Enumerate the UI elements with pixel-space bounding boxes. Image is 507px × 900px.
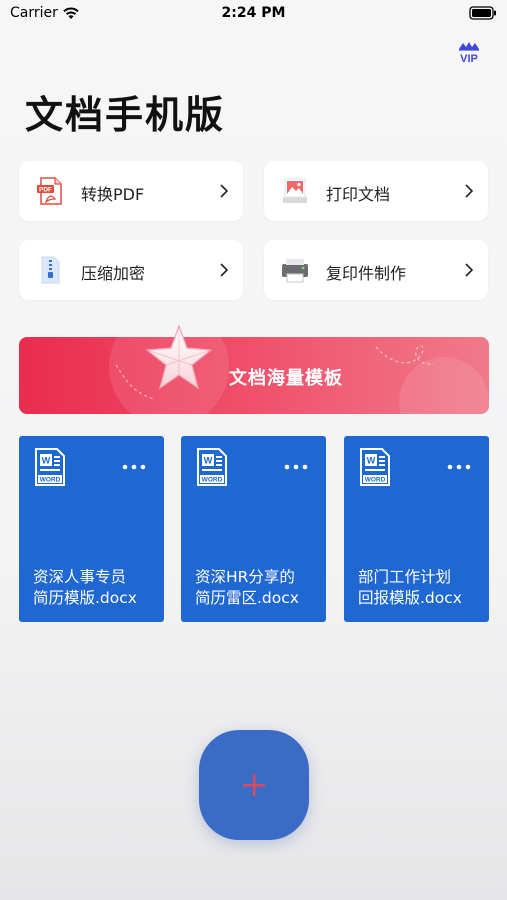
tool-label: 转换PDF [81, 185, 145, 204]
pdf-file-icon: PDF [37, 177, 62, 205]
banner-label: 文档海量模板 [229, 368, 343, 389]
star-icon [145, 324, 213, 390]
compress-encrypt-button[interactable]: 压缩加密 [19, 240, 243, 300]
copy-make-button[interactable]: 复印件制作 [264, 240, 488, 300]
word-file-icon: W WORD [197, 448, 227, 486]
chevron-right-icon [220, 184, 229, 198]
chevron-right-icon [465, 263, 474, 277]
convert-pdf-button[interactable]: PDF 转换PDF [19, 161, 243, 221]
svg-text:WORD: WORD [40, 477, 61, 484]
page-title: 文档手机版 [25, 93, 226, 137]
tool-label: 复印件制作 [326, 264, 407, 283]
status-time: 2:24 PM [221, 5, 286, 21]
document-title: 资深HR分享的 简历雷区.docx [195, 568, 299, 607]
add-document-button[interactable] [199, 730, 309, 840]
status-bar: Carrier 2:24 PM [0, 0, 507, 28]
document-card[interactable]: W WORD 部门工作计划 回报模版.docx [344, 436, 489, 622]
plus-icon [243, 774, 265, 796]
word-file-icon: W WORD [35, 448, 65, 486]
battery-icon [469, 6, 496, 20]
svg-text:VIP: VIP [460, 53, 478, 64]
print-document-button[interactable]: 打印文档 [264, 161, 488, 221]
tool-label: 压缩加密 [81, 264, 146, 283]
svg-text:W: W [42, 456, 51, 466]
banner-swirl-icon [375, 345, 435, 365]
tool-label: 打印文档 [326, 185, 391, 204]
svg-text:WORD: WORD [365, 477, 386, 484]
svg-text:W: W [204, 456, 213, 466]
svg-text:WORD: WORD [202, 477, 223, 484]
document-title: 资深人事专员 简历模版.docx [33, 568, 137, 607]
zip-file-icon [41, 256, 60, 284]
document-card[interactable]: W WORD 资深人事专员 简历模版.docx [19, 436, 164, 622]
photo-print-icon [283, 178, 307, 203]
chevron-right-icon [465, 184, 474, 198]
document-card[interactable]: W WORD 资深HR分享的 简历雷区.docx [181, 436, 326, 622]
more-options-icon[interactable] [447, 464, 471, 470]
more-options-icon[interactable] [122, 464, 146, 470]
printer-icon [282, 259, 308, 283]
svg-text:PDF: PDF [39, 187, 52, 194]
document-title: 部门工作计划 回报模版.docx [358, 568, 462, 607]
more-options-icon[interactable] [284, 464, 308, 470]
word-file-icon: W WORD [360, 448, 390, 486]
templates-banner[interactable]: 文档海量模板 [19, 337, 489, 414]
chevron-right-icon [220, 263, 229, 277]
svg-text:W: W [367, 456, 376, 466]
crown-vip-icon[interactable]: VIP [456, 40, 482, 64]
